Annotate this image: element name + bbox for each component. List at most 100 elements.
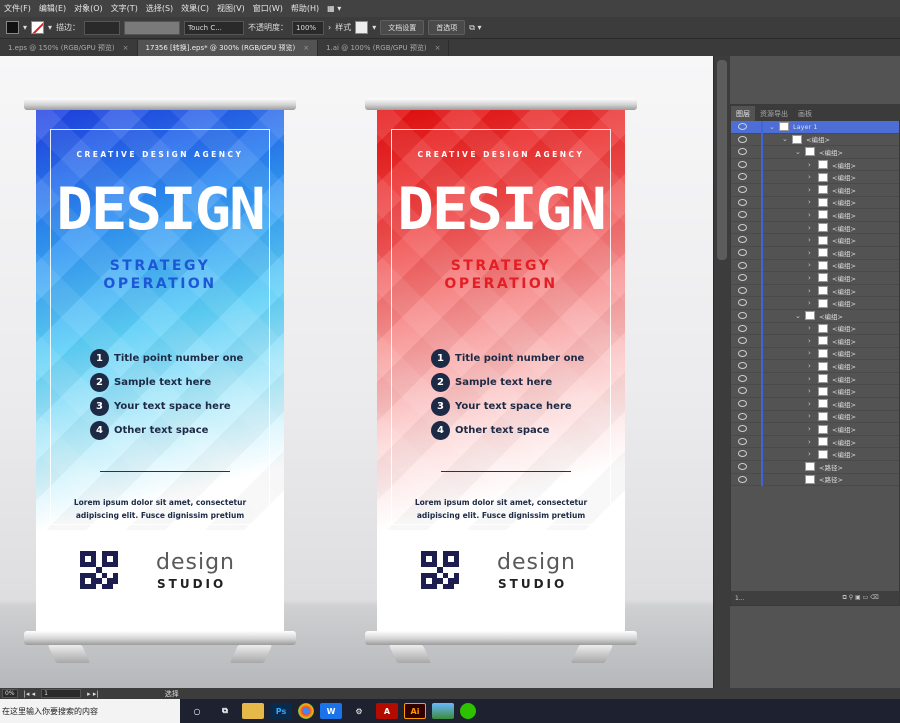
chevron-right-icon[interactable]: › (808, 324, 811, 332)
artboard-nav-icon[interactable]: ▸ ▸| (87, 690, 99, 698)
layer-actions-icon[interactable]: ⧉ ⚲ ▣ ▭ ⌫ (843, 594, 879, 602)
rollup-banner-red[interactable]: CREATIVE DESIGN AGENCY DESIGN STRATEGY O… (365, 98, 637, 668)
close-icon[interactable]: × (435, 44, 441, 52)
visibility-eye-icon[interactable] (738, 387, 747, 395)
visibility-eye-icon[interactable] (738, 437, 747, 445)
fill-swatch[interactable] (6, 21, 19, 34)
group-row[interactable]: › <编组> (731, 322, 899, 336)
group-row[interactable]: ⌄ <编组> (731, 146, 899, 159)
photoshop-icon[interactable]: Ps (270, 703, 292, 719)
group-row[interactable]: › <编组> (731, 272, 899, 285)
chevron-right-icon[interactable]: › (808, 173, 811, 181)
chevron-right-icon[interactable]: › (328, 23, 331, 32)
group-row[interactable]: ⌄ <编组> (731, 133, 899, 147)
layer-row[interactable]: ⌄ Layer 1 (731, 121, 899, 134)
chevron-right-icon[interactable]: › (808, 249, 811, 257)
visibility-eye-icon[interactable] (738, 349, 747, 357)
chevron-right-icon[interactable]: › (808, 287, 811, 295)
visibility-eye-icon[interactable] (738, 475, 747, 483)
acrobat-icon[interactable]: A (376, 703, 398, 719)
visibility-eye-icon[interactable] (738, 274, 747, 282)
chevron-down-icon[interactable]: ⌄ (769, 123, 775, 131)
group-row[interactable]: › <编组> (731, 246, 899, 260)
chevron-right-icon[interactable]: › (808, 375, 811, 383)
settings-icon[interactable]: ⚙ (348, 703, 370, 719)
visibility-eye-icon[interactable] (738, 148, 747, 156)
group-row[interactable]: › <编组> (731, 335, 899, 348)
visibility-eye-icon[interactable] (738, 236, 747, 244)
chevron-right-icon[interactable]: › (808, 224, 811, 232)
preferences-button[interactable]: 首选项 (428, 20, 466, 35)
menu-window[interactable]: 窗口(W) (249, 3, 287, 14)
chevron-right-icon[interactable]: › (808, 274, 811, 282)
wechat-icon[interactable] (460, 703, 476, 719)
opacity-field[interactable]: 100% (292, 20, 325, 35)
group-row[interactable]: › <编组> (731, 158, 899, 172)
visibility-eye-icon[interactable] (738, 337, 747, 345)
taskbar-search[interactable]: 在这里输入你要搜索的内容 (0, 699, 180, 723)
visibility-eye-icon[interactable] (738, 311, 747, 319)
chrome-icon[interactable] (298, 703, 314, 719)
visibility-eye-icon[interactable] (738, 299, 747, 307)
chevron-right-icon[interactable]: › (808, 387, 811, 395)
visibility-eye-icon[interactable] (738, 123, 747, 130)
group-row[interactable]: › <编组> (731, 448, 899, 462)
tab-asset-export[interactable]: 资源导出 (755, 106, 793, 121)
chevron-down-icon[interactable]: ▾ (48, 23, 52, 32)
chevron-right-icon[interactable]: › (808, 161, 811, 169)
chevron-right-icon[interactable]: › (808, 349, 811, 357)
menu-file[interactable]: 文件(F) (0, 3, 35, 14)
chevron-down-icon[interactable]: ⌄ (795, 312, 801, 320)
group-row[interactable]: › <编组> (731, 171, 899, 184)
chevron-right-icon[interactable]: › (808, 198, 811, 206)
group-row[interactable]: ⌄ <编组> (731, 309, 899, 323)
style-swatch[interactable] (355, 21, 369, 34)
menu-edit[interactable]: 编辑(E) (35, 3, 70, 14)
group-row[interactable]: › <编组> (731, 183, 899, 197)
tab-layers[interactable]: 图层 (731, 106, 755, 121)
menu-select[interactable]: 选择(S) (142, 3, 177, 14)
group-row[interactable]: › <编组> (731, 234, 899, 247)
file-explorer-icon[interactable] (242, 703, 264, 719)
visibility-eye-icon[interactable] (738, 248, 747, 256)
cortana-icon[interactable]: ○ (186, 703, 208, 719)
artboard-number[interactable]: 1 (41, 689, 82, 698)
group-row[interactable]: › <编组> (731, 259, 899, 273)
document-setup-button[interactable]: 文档设置 (380, 20, 425, 35)
group-row[interactable]: › <编组> (731, 196, 899, 210)
chevron-down-icon[interactable]: ⌄ (782, 135, 788, 143)
menu-object[interactable]: 对象(O) (70, 3, 107, 14)
group-row[interactable]: › <编组> (731, 360, 899, 373)
artboard-nav-icon[interactable]: |◂ ◂ (24, 690, 36, 698)
path-row[interactable]: <路径> (731, 473, 899, 487)
visibility-eye-icon[interactable] (738, 463, 747, 471)
chevron-right-icon[interactable]: › (808, 362, 811, 370)
menu-view[interactable]: 视图(V) (213, 3, 249, 14)
visibility-eye-icon[interactable] (738, 412, 747, 420)
chevron-down-icon[interactable]: ▾ (23, 23, 27, 32)
menu-effect[interactable]: 效果(C) (177, 3, 213, 14)
group-row[interactable]: › <编组> (731, 209, 899, 222)
chevron-right-icon[interactable]: › (808, 337, 811, 345)
group-row[interactable]: › <编组> (731, 221, 899, 235)
arrange-icon[interactable]: ⧉ ▾ (469, 23, 481, 33)
chevron-right-icon[interactable]: › (808, 236, 811, 244)
stroke-swatch[interactable] (31, 21, 45, 34)
group-row[interactable]: › <编组> (731, 347, 899, 361)
chevron-down-icon[interactable]: ▾ (372, 23, 376, 32)
group-row[interactable]: › <编组> (731, 435, 899, 449)
wps-icon[interactable]: W (320, 703, 342, 719)
visibility-eye-icon[interactable] (738, 362, 747, 370)
visibility-eye-icon[interactable] (738, 135, 747, 143)
brush-definition-select[interactable]: Touch C... (184, 20, 245, 35)
visibility-eye-icon[interactable] (738, 261, 747, 269)
tab-doc-1[interactable]: 1.eps @ 150% (RGB/GPU 预览) × (0, 40, 138, 56)
chevron-right-icon[interactable]: › (808, 438, 811, 446)
stroke-weight-field[interactable] (84, 20, 121, 35)
chevron-right-icon[interactable]: › (808, 450, 811, 458)
chevron-right-icon[interactable]: › (808, 186, 811, 194)
group-row[interactable]: › <编组> (731, 410, 899, 424)
group-row[interactable]: › <编组> (731, 398, 899, 411)
variable-width-profile[interactable] (124, 20, 181, 35)
visibility-eye-icon[interactable] (738, 450, 747, 458)
